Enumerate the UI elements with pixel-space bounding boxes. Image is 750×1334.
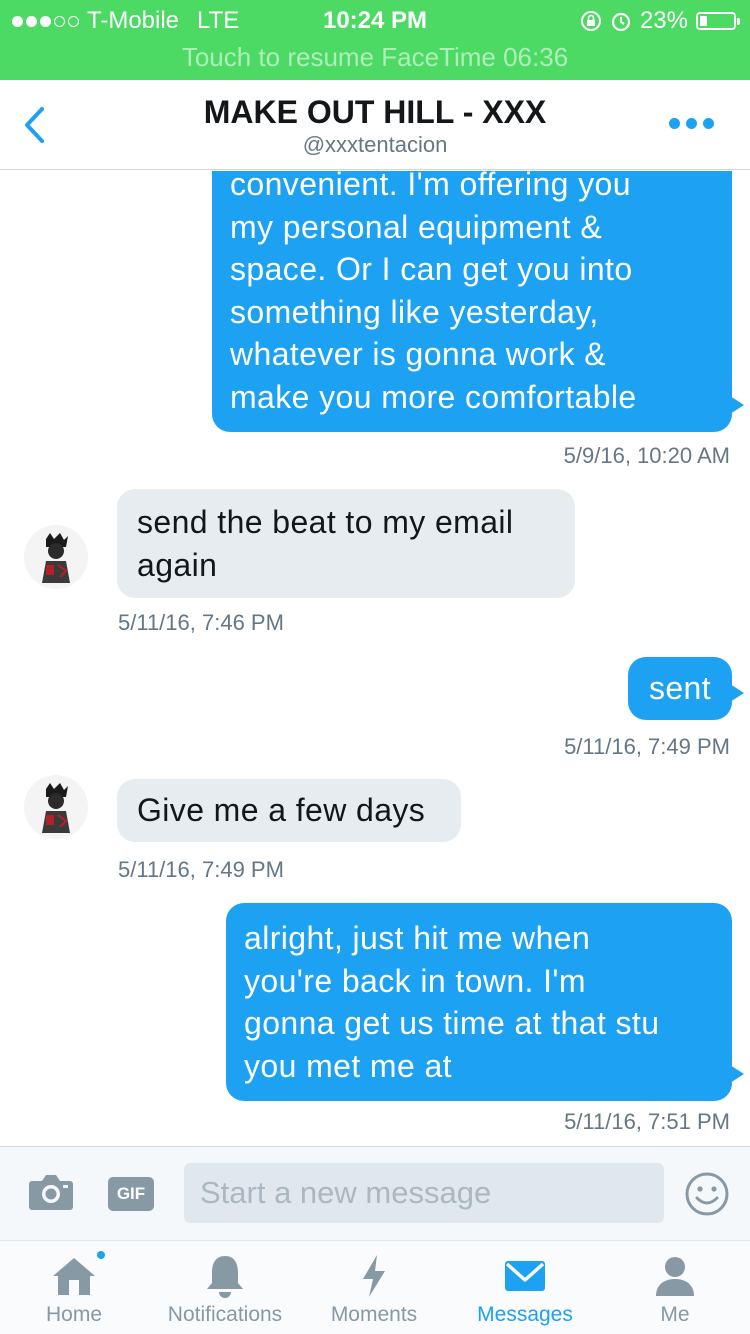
- message-text-line: whatever is gonna work &: [230, 336, 607, 372]
- message-text-line: alright, just hit me when: [244, 920, 591, 956]
- incoming-message-bubble[interactable]: send the beat to my email again: [117, 489, 575, 598]
- emoji-button[interactable]: [684, 1171, 730, 1222]
- conversation-handle: @xxxtentacion: [302, 132, 448, 157]
- more-options-button[interactable]: [669, 118, 714, 129]
- tab-messages[interactable]: Messages: [470, 1241, 580, 1334]
- tab-label: Notifications: [167, 1303, 283, 1326]
- tab-notifications[interactable]: Notifications: [150, 1241, 300, 1334]
- message-timestamp: 5/9/16, 10:20 AM: [563, 443, 730, 468]
- conversation-title: MAKE OUT HILL - XXX: [203, 94, 547, 130]
- outgoing-message-bubble[interactable]: alright, just hit me when you're back in…: [226, 903, 744, 1101]
- tab-moments[interactable]: Moments: [324, 1241, 424, 1334]
- message-timestamp: 5/11/16, 7:49 PM: [118, 857, 284, 882]
- message-text-line: gonna get us time at that stu: [244, 1005, 660, 1041]
- message-timestamp: 5/11/16, 7:46 PM: [118, 610, 284, 635]
- message-thread: convenient. I'm offering you my personal…: [0, 171, 750, 1146]
- tab-me[interactable]: Me: [630, 1241, 720, 1334]
- message-timestamp: 5/11/16, 7:49 PM: [564, 734, 730, 759]
- message-text-line: you're back in town. I'm: [244, 962, 586, 999]
- lightning-icon: [363, 1255, 385, 1297]
- message-text-line: send the beat to my email: [137, 504, 514, 540]
- tab-home[interactable]: Home: [24, 1241, 124, 1334]
- rotation-lock-icon: [580, 11, 601, 31]
- alarm-icon: [611, 12, 631, 32]
- outgoing-message-bubble[interactable]: sent: [628, 657, 744, 720]
- envelope-icon: [505, 1261, 545, 1291]
- tab-label: Me: [660, 1303, 690, 1326]
- avatar-image: [24, 775, 88, 839]
- avatar[interactable]: [24, 525, 88, 589]
- avatar[interactable]: [24, 775, 88, 839]
- bell-icon: [207, 1256, 243, 1298]
- outgoing-message-bubble[interactable]: convenient. I'm offering you my personal…: [212, 171, 744, 432]
- tab-label: Messages: [477, 1303, 573, 1326]
- notification-dot: [95, 1249, 107, 1261]
- message-composer: GIF Start a new message: [0, 1146, 750, 1240]
- avatar-image: [24, 525, 88, 589]
- status-bar: T-Mobile LTE 10:24 PM 23% Touch to resum…: [0, 0, 750, 80]
- tab-label: Home: [45, 1303, 103, 1326]
- gif-button[interactable]: GIF: [108, 1177, 154, 1211]
- message-text-line: again: [137, 546, 218, 583]
- message-text-line: make you more comfortable: [230, 378, 637, 415]
- camera-button[interactable]: [28, 1173, 74, 1216]
- message-text-line: space. Or I can get you into: [230, 251, 633, 287]
- message-text-line: something like yesterday,: [230, 293, 599, 330]
- message-text-line: you met me at: [244, 1047, 452, 1084]
- message-text-line: Give me a few days: [137, 792, 426, 828]
- person-icon: [656, 1257, 694, 1296]
- conversation-header: MAKE OUT HILL - XXX @xxxtentacion: [0, 80, 750, 170]
- tab-label: Moments: [330, 1303, 418, 1326]
- message-input[interactable]: Start a new message: [184, 1163, 664, 1223]
- message-text-line: convenient. I'm offering you: [230, 171, 631, 202]
- battery-icon: [696, 12, 740, 30]
- message-text-line: sent: [648, 670, 712, 706]
- emoji-icon: [685, 1172, 729, 1216]
- tab-bar: Home Notifications Moments Messages Me: [0, 1240, 750, 1334]
- camera-icon: [29, 1175, 73, 1210]
- home-icon: [53, 1258, 95, 1295]
- incoming-message-bubble[interactable]: Give me a few days: [117, 779, 461, 842]
- battery-percent: 23%: [639, 7, 688, 34]
- message-input-placeholder: Start a new message: [200, 1175, 492, 1210]
- message-text-line: my personal equipment &: [230, 208, 603, 245]
- facetime-resume-banner[interactable]: Touch to resume FaceTime 06:36: [0, 42, 750, 73]
- message-timestamp: 5/11/16, 7:51 PM: [564, 1109, 730, 1134]
